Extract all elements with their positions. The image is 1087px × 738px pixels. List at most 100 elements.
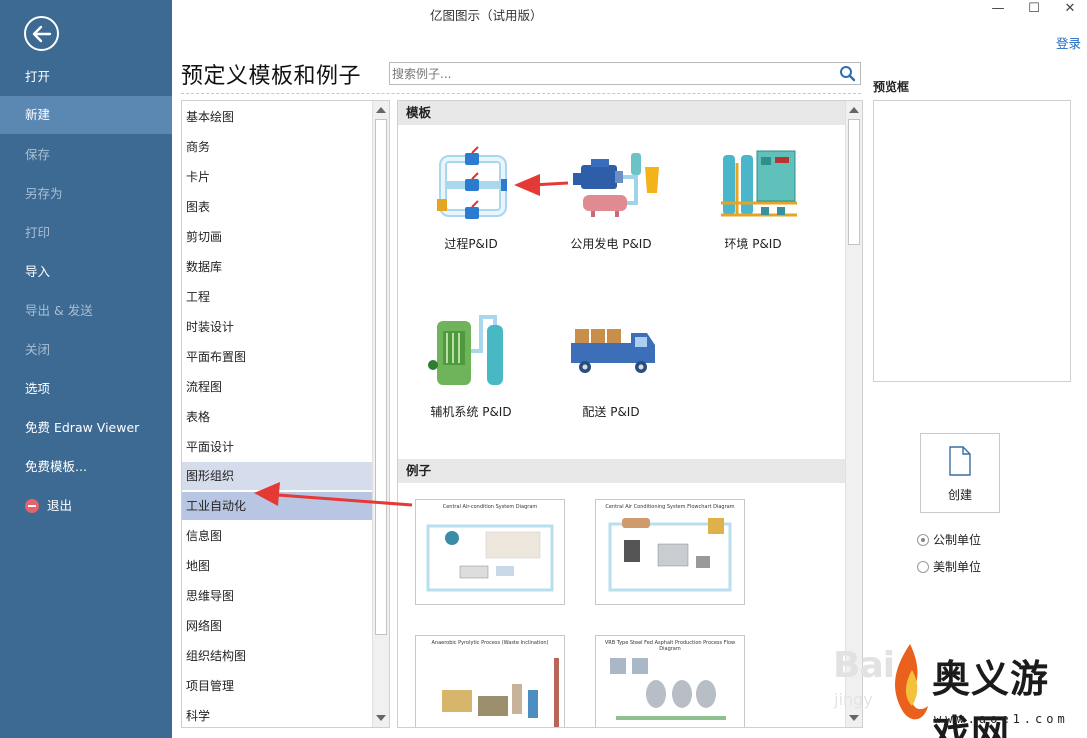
flame-logo-icon <box>895 644 928 720</box>
preview-box <box>873 100 1071 382</box>
close-button[interactable]: ✕ <box>1060 0 1080 20</box>
category-item[interactable]: 时装设计 <box>182 313 372 341</box>
page-title: 预定义模板和例子 <box>181 64 362 89</box>
category-item[interactable]: 工程 <box>182 283 372 311</box>
template-process-pid[interactable]: 过程P&ID <box>406 143 536 293</box>
template-label: 公用发电 P&ID <box>570 237 652 251</box>
category-item[interactable]: 组织结构图 <box>182 642 372 670</box>
search-icon[interactable] <box>839 65 856 82</box>
example-thumbnail[interactable]: Central Air Conditioning System Flowchar… <box>595 499 745 605</box>
maximize-button[interactable]: ☐ <box>1024 0 1044 20</box>
category-label: 基本绘图 <box>186 110 235 124</box>
category-label: 地图 <box>186 559 211 573</box>
exit-icon <box>25 498 39 513</box>
sidebar-item-edraw-viewer[interactable]: 免费 Edraw Viewer <box>0 409 172 447</box>
sidebar-item-export-send[interactable]: 导出 & 发送 <box>0 292 172 330</box>
radio-unchecked-icon <box>917 560 929 573</box>
category-label: 流程图 <box>186 380 223 394</box>
category-item[interactable]: 卡片 <box>182 163 372 191</box>
create-button[interactable]: 创建 <box>920 433 1000 513</box>
sidebar-item-label: 退出 <box>47 498 73 513</box>
login-link[interactable]: 登录 <box>1056 33 1081 52</box>
category-label: 工程 <box>186 290 211 304</box>
delivery-truck-icon <box>571 329 655 373</box>
category-item[interactable]: 地图 <box>182 552 372 580</box>
sidebar-item-import[interactable]: 导入 <box>0 253 172 291</box>
category-label: 数据库 <box>186 260 223 274</box>
category-label: 商务 <box>186 140 211 154</box>
sidebar-item-save[interactable]: 保存 <box>0 136 172 174</box>
category-item[interactable]: 表格 <box>182 403 372 431</box>
preview-label: 预览框 <box>873 80 910 94</box>
template-scrollbar[interactable] <box>845 101 862 727</box>
template-utility-power-pid[interactable]: 公用发电 P&ID <box>546 143 676 293</box>
category-item[interactable]: 信息图 <box>182 522 372 550</box>
sidebar-item-print[interactable]: 打印 <box>0 214 172 252</box>
category-item[interactable]: 流程图 <box>182 373 372 401</box>
template-panel: 模板 过程P&ID 公用发电 P&ID 环境 P&ID 辅机系统 P&ID 配送… <box>397 100 863 728</box>
category-item[interactable]: 平面布置图 <box>182 343 372 371</box>
scroll-up-icon[interactable] <box>849 107 859 113</box>
sidebar-item-free-templates[interactable]: 免费模板... <box>0 448 172 486</box>
category-label: 工业自动化 <box>186 499 247 513</box>
category-item[interactable]: 科学 <box>182 702 372 727</box>
scroll-down-icon[interactable] <box>376 715 386 721</box>
radio-checked-icon <box>917 533 929 546</box>
category-item[interactable]: 平面设计 <box>182 433 372 461</box>
scroll-down-icon[interactable] <box>849 715 859 721</box>
process-pid-icon <box>437 146 507 219</box>
template-label: 过程P&ID <box>444 237 498 251</box>
site-url-watermark: www.aoe1.com <box>934 712 1069 726</box>
example-thumbnail[interactable]: Central Air-condition System Diagram <box>415 499 565 605</box>
sidebar-item-label: 选项 <box>25 381 51 396</box>
scrollbar-thumb[interactable] <box>848 119 860 245</box>
diagram-thumbnail-icon <box>442 658 559 727</box>
category-item[interactable]: 商务 <box>182 133 372 161</box>
search-box <box>389 62 861 85</box>
category-label: 科学 <box>186 709 211 723</box>
template-delivery-pid[interactable]: 配送 P&ID <box>546 311 676 461</box>
template-environment-pid[interactable]: 环境 P&ID <box>688 143 818 293</box>
sidebar-item-label: 导出 & 发送 <box>25 303 93 318</box>
divider <box>181 93 861 94</box>
diagram-thumbnail-icon <box>426 524 554 592</box>
examples-header: 例子 <box>398 459 846 483</box>
sidebar-item-new[interactable]: 新建 <box>0 96 172 134</box>
example-thumbnail[interactable]: Anaerobic Pyrolytic Process (Waste Incli… <box>415 635 565 727</box>
metric-unit-radio[interactable]: 公制单位 <box>917 532 981 548</box>
sidebar-item-options[interactable]: 选项 <box>0 370 172 408</box>
category-item[interactable]: 网络图 <box>182 612 372 640</box>
category-item[interactable]: 项目管理 <box>182 672 372 700</box>
minimize-button[interactable]: — <box>988 0 1008 20</box>
baidu-watermark: Bai <box>833 645 895 686</box>
category-item[interactable]: 基本绘图 <box>182 103 372 131</box>
category-scrollbar[interactable] <box>372 101 389 727</box>
category-label: 思维导图 <box>186 589 235 603</box>
sidebar-item-close[interactable]: 关闭 <box>0 331 172 369</box>
sidebar-item-label: 打开 <box>25 69 51 84</box>
sidebar-item-label: 保存 <box>25 147 51 162</box>
category-item[interactable]: 图表 <box>182 193 372 221</box>
radio-label: 美制单位 <box>933 560 982 574</box>
sidebar-item-save-as[interactable]: 另存为 <box>0 175 172 213</box>
category-item-hovered[interactable]: 图形组织 <box>182 462 372 490</box>
search-input[interactable] <box>392 64 832 83</box>
category-item[interactable]: 思维导图 <box>182 582 372 610</box>
category-label: 组织结构图 <box>186 649 247 663</box>
category-label: 平面设计 <box>186 440 235 454</box>
jingyan-watermark: jingy <box>834 690 873 709</box>
category-item-selected[interactable]: 工业自动化 <box>182 492 372 520</box>
templates-header: 模板 <box>398 101 846 125</box>
scrollbar-thumb[interactable] <box>375 119 387 635</box>
sidebar-item-open[interactable]: 打开 <box>0 58 172 96</box>
scroll-up-icon[interactable] <box>376 107 386 113</box>
us-unit-radio[interactable]: 美制单位 <box>917 559 981 575</box>
back-button[interactable] <box>24 16 59 51</box>
template-auxiliary-system-pid[interactable]: 辅机系统 P&ID <box>406 311 536 461</box>
category-item[interactable]: 数据库 <box>182 253 372 281</box>
category-item[interactable]: 剪切画 <box>182 223 372 251</box>
category-label: 剪切画 <box>186 230 223 244</box>
category-label: 项目管理 <box>186 679 235 693</box>
example-thumbnail[interactable]: VRB Type Steel Fed Asphalt Production Pr… <box>595 635 745 727</box>
sidebar-item-exit[interactable]: 退出 <box>0 487 172 525</box>
